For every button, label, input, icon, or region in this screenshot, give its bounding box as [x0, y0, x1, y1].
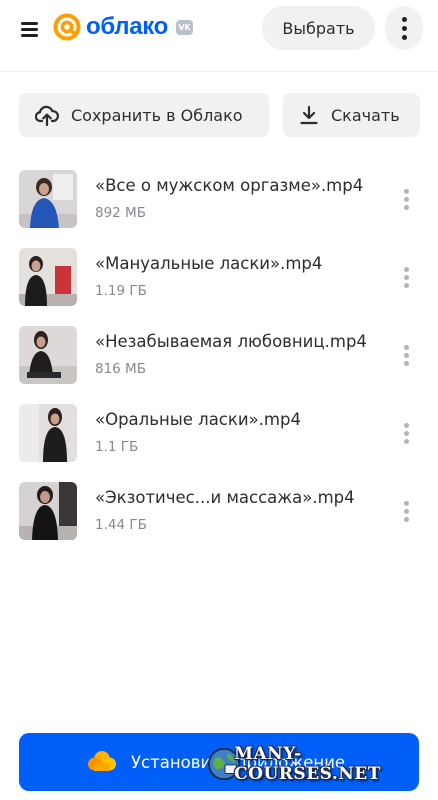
video-thumbnail [19, 326, 77, 384]
watermark-text: MANY-COURSES.NET [234, 744, 381, 784]
burger-menu-icon[interactable] [16, 16, 44, 44]
more-vertical-icon[interactable] [396, 264, 416, 290]
save-to-cloud-label: Сохранить в Облако [71, 105, 243, 125]
file-name: «Оральные ласки».mp4 [95, 410, 301, 429]
video-thumbnail [19, 248, 77, 306]
save-to-cloud-button[interactable]: Сохранить в Облако [19, 93, 269, 137]
more-vertical-icon[interactable] [396, 186, 416, 212]
logo-text: облако [86, 13, 169, 40]
cloud-logo[interactable]: облако VK [52, 12, 194, 42]
file-size: 1.44 ГБ [95, 517, 147, 533]
video-thumbnail [19, 482, 77, 540]
download-icon [300, 105, 318, 125]
file-name: «Экзотичес...и массажа».mp4 [95, 488, 355, 507]
cloud-upload-icon [35, 105, 59, 126]
file-name: «Незабываемая любовниц.mp4 [95, 332, 367, 351]
file-size: 1.1 ГБ [95, 439, 139, 455]
file-name: «Мануальные ласки».mp4 [95, 254, 323, 273]
file-size: 892 МБ [95, 205, 146, 221]
file-row[interactable]: «Все о мужском оргазме».mp4 892 МБ [0, 164, 438, 242]
watermark: MANY-COURSES.NET [206, 742, 438, 786]
file-size: 1.19 ГБ [95, 283, 147, 299]
more-vertical-icon[interactable] [396, 342, 416, 368]
video-thumbnail [19, 404, 77, 462]
more-vertical-icon[interactable] [396, 498, 416, 524]
more-vertical-icon[interactable] [385, 6, 423, 50]
cloud-app-icon [88, 751, 116, 771]
file-size: 816 МБ [95, 361, 146, 377]
more-vertical-icon[interactable] [396, 420, 416, 446]
file-name: «Все о мужском оргазме».mp4 [95, 176, 364, 195]
file-list: «Все о мужском оргазме».mp4 892 МБ «Ману… [0, 164, 438, 554]
download-label: Скачать [331, 105, 400, 125]
file-row[interactable]: «Экзотичес...и массажа».mp4 1.44 ГБ [0, 476, 438, 554]
file-row[interactable]: «Мануальные ласки».mp4 1.19 ГБ [0, 242, 438, 320]
select-button[interactable]: Выбрать [262, 6, 375, 50]
video-thumbnail [19, 170, 77, 228]
download-button[interactable]: Скачать [283, 93, 420, 137]
vk-badge: VK [176, 19, 194, 35]
file-row[interactable]: «Незабываемая любовниц.mp4 816 МБ [0, 320, 438, 398]
at-sign-logo-icon [53, 13, 81, 41]
file-row[interactable]: «Оральные ласки».mp4 1.1 ГБ [0, 398, 438, 476]
app-header: облако VK Выбрать [0, 0, 438, 72]
